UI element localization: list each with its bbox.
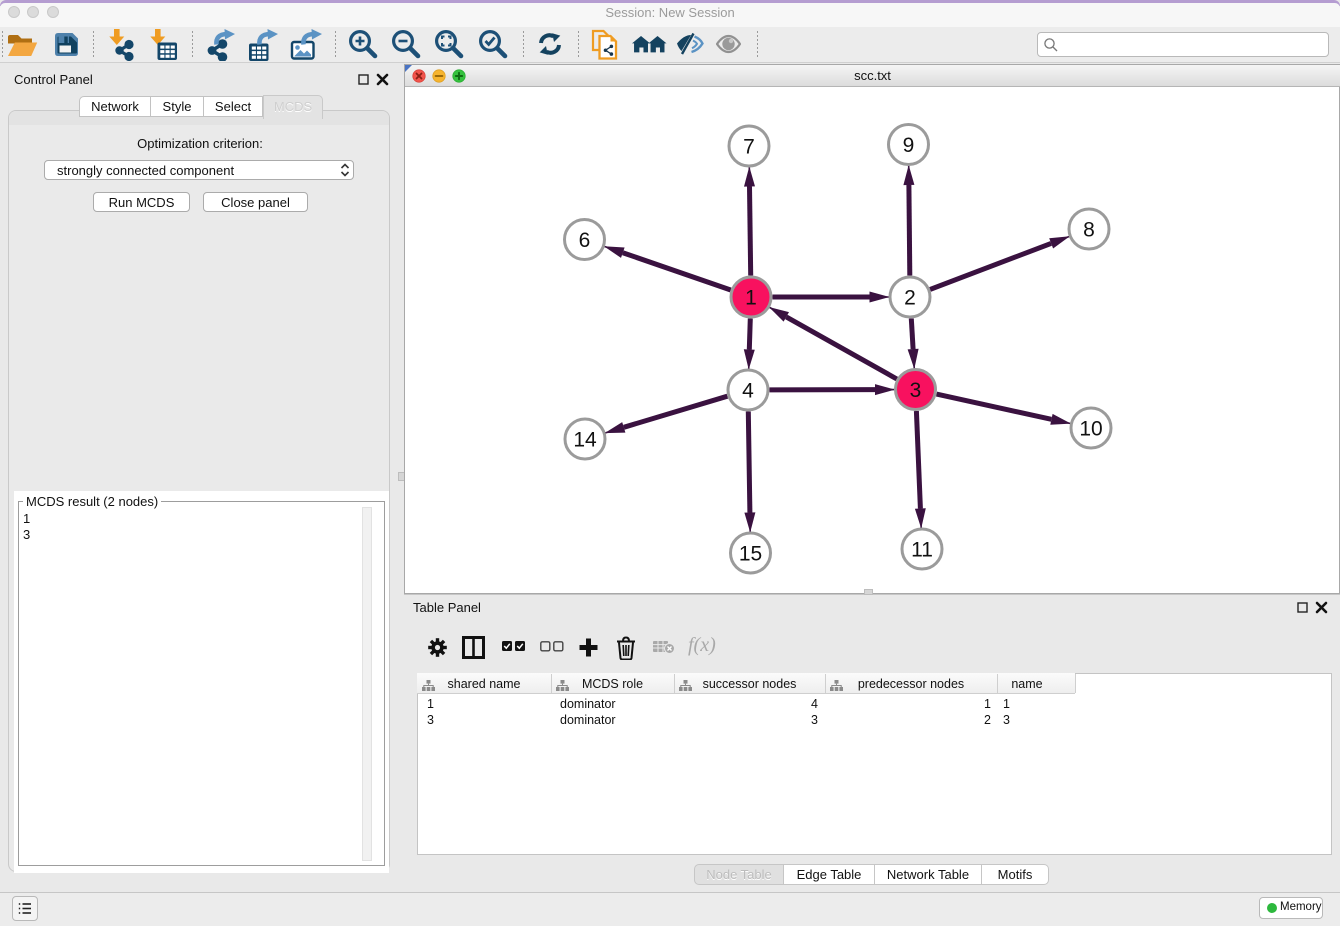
- svg-text:10: 10: [1079, 418, 1102, 441]
- svg-text:7: 7: [743, 136, 755, 159]
- svg-text:2: 2: [904, 287, 916, 310]
- svg-text:6: 6: [579, 229, 591, 252]
- svg-text:14: 14: [573, 429, 597, 452]
- svg-text:9: 9: [903, 134, 915, 157]
- svg-text:3: 3: [910, 379, 922, 402]
- svg-text:8: 8: [1083, 219, 1095, 242]
- svg-text:11: 11: [911, 539, 933, 562]
- svg-text:15: 15: [739, 543, 762, 566]
- svg-text:1: 1: [745, 287, 757, 310]
- svg-text:4: 4: [742, 380, 754, 403]
